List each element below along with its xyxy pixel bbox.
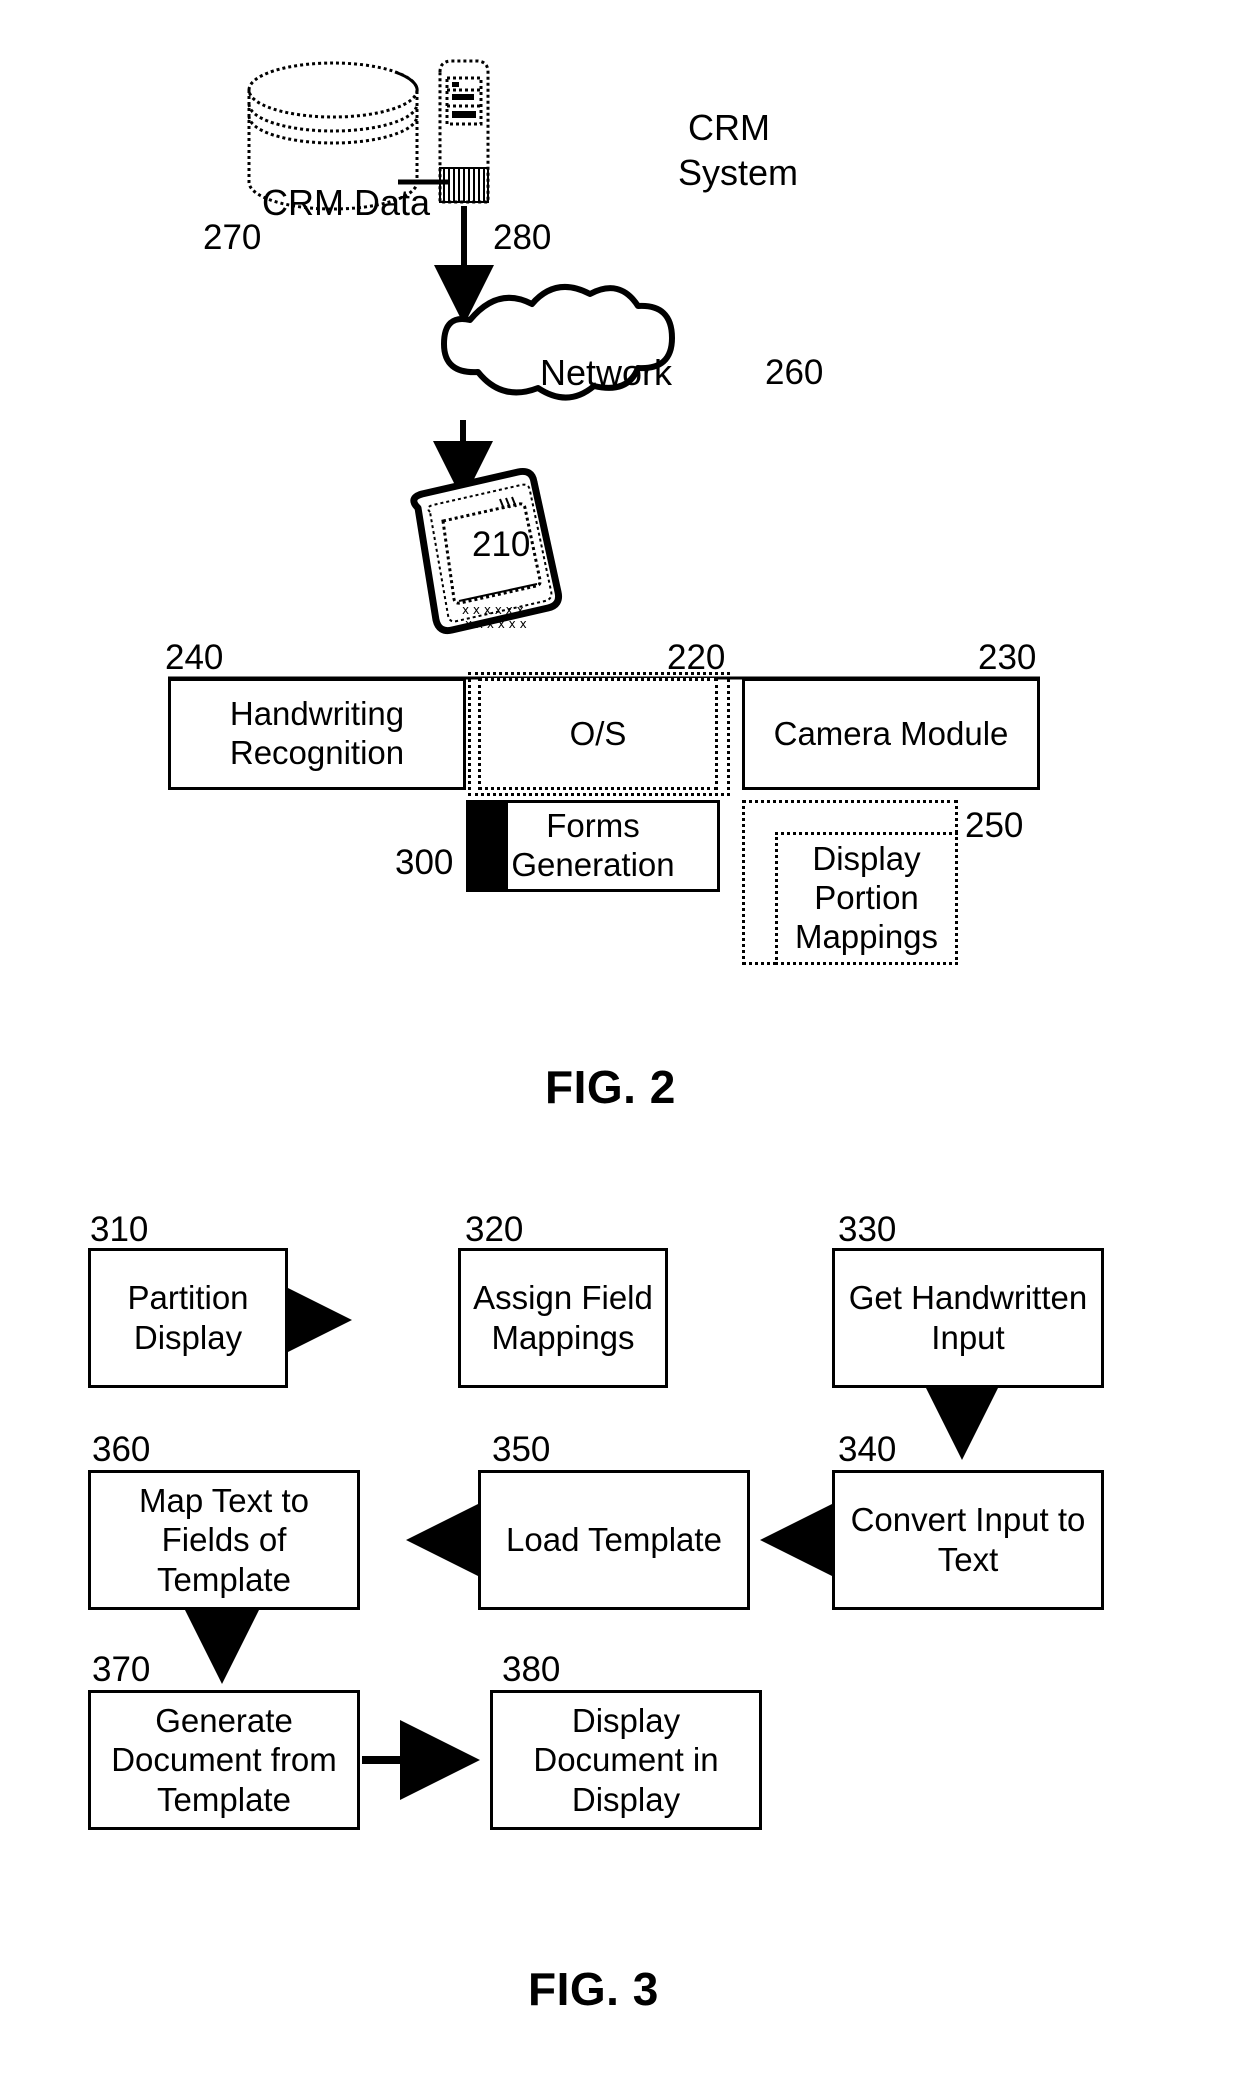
camera-label: Camera Module [773, 714, 1009, 752]
step-box-360: Map Text to Fields of Template [88, 1470, 360, 1610]
step-360-line3: Template [157, 1560, 291, 1598]
ref-340: 340 [838, 1430, 897, 1469]
step-380-line3: Display [571, 1780, 681, 1818]
ref-270: 270 [203, 218, 262, 257]
ref-360: 360 [92, 1430, 151, 1469]
ref-350: 350 [492, 1430, 551, 1469]
step-330-line1: Get [848, 1279, 902, 1317]
step-310-line1: Partition [127, 1279, 249, 1317]
step-370-line2: Document from [111, 1741, 337, 1779]
ref-260: 260 [765, 353, 824, 392]
step-360-line2: Fields of [161, 1521, 287, 1559]
ref-210: 210 [472, 525, 531, 564]
patent-figure-sheet: x x x x x x x x x x x x CRM Data 270 CRM… [0, 0, 1240, 2098]
step-box-320: Assign Field Mappings [458, 1248, 668, 1388]
step-320-line2: Mappings [491, 1319, 635, 1356]
ref-310: 310 [90, 1210, 149, 1249]
figure-2-caption: FIG. 2 [545, 1061, 676, 1113]
crm-system-label-line2: System [678, 152, 799, 193]
ref-380: 380 [502, 1650, 561, 1689]
step-box-350: Load Template [478, 1470, 750, 1610]
handwriting-line2: Recognition [229, 734, 405, 771]
crm-server-icon [438, 59, 490, 204]
step-370-line1: Generate [155, 1701, 293, 1739]
forms-line2: Generation [511, 846, 675, 883]
step-330-line2: Handwritten [911, 1279, 1088, 1317]
ref-240: 240 [165, 638, 224, 677]
crm-data-label: CRM Data [262, 182, 431, 223]
step-340-line1: Convert Input [850, 1501, 1049, 1539]
forms-line1: Forms [546, 807, 640, 845]
display-portion-mappings-box: Display Portion Mappings [775, 832, 958, 965]
ref-330: 330 [838, 1210, 897, 1249]
svg-text:x x x x x x: x x x x x x [465, 617, 527, 631]
figure-3-caption: FIG. 3 [528, 1963, 659, 2015]
crm-server-base [439, 167, 489, 203]
ref-230: 230 [978, 638, 1037, 677]
mappings-line3: Mappings [794, 917, 939, 955]
handwriting-line1: Handwriting [229, 695, 405, 733]
handwriting-recognition-box: Handwriting Recognition [168, 678, 466, 790]
ref-320: 320 [465, 1210, 524, 1249]
step-350-line1: Load Template [506, 1521, 722, 1559]
forms-generation-marker [466, 800, 508, 892]
mappings-line1: Display [812, 840, 921, 878]
step-310-line2: Display [133, 1319, 243, 1356]
device-keypad-dots: x x x x x x x x x x x x [462, 603, 527, 631]
step-360-line1: Map Text to [139, 1481, 309, 1519]
ref-300: 300 [395, 843, 454, 882]
network-label: Network [540, 352, 673, 393]
crm-data-cylinder-highlight [394, 70, 419, 93]
ref-250: 250 [965, 806, 1024, 845]
step-box-330: Get Handwritten Input [832, 1248, 1104, 1388]
crm-server-leds [452, 82, 476, 118]
step-box-380: Display Document in Display [490, 1690, 762, 1830]
ref-280: 280 [493, 218, 552, 257]
step-380-line1: Display [571, 1701, 681, 1739]
ref-220: 220 [667, 638, 726, 677]
step-box-370: Generate Document from Template [88, 1690, 360, 1830]
crm-system-label-line1: CRM [688, 107, 770, 148]
step-370-line3: Template [157, 1780, 291, 1818]
step-box-310: Partition Display [88, 1248, 288, 1388]
step-box-340: Convert Input to Text [832, 1470, 1104, 1610]
step-330-line3: Input [931, 1319, 1005, 1356]
os-outer-frame [468, 672, 730, 796]
step-320-line1: Assign Field [473, 1279, 653, 1317]
mappings-line2: Portion [814, 879, 919, 917]
ref-370: 370 [92, 1650, 151, 1689]
svg-text:x x x x x x: x x x x x x [462, 603, 524, 617]
step-380-line2: Document in [533, 1741, 719, 1779]
camera-module-box: Camera Module [742, 678, 1040, 790]
